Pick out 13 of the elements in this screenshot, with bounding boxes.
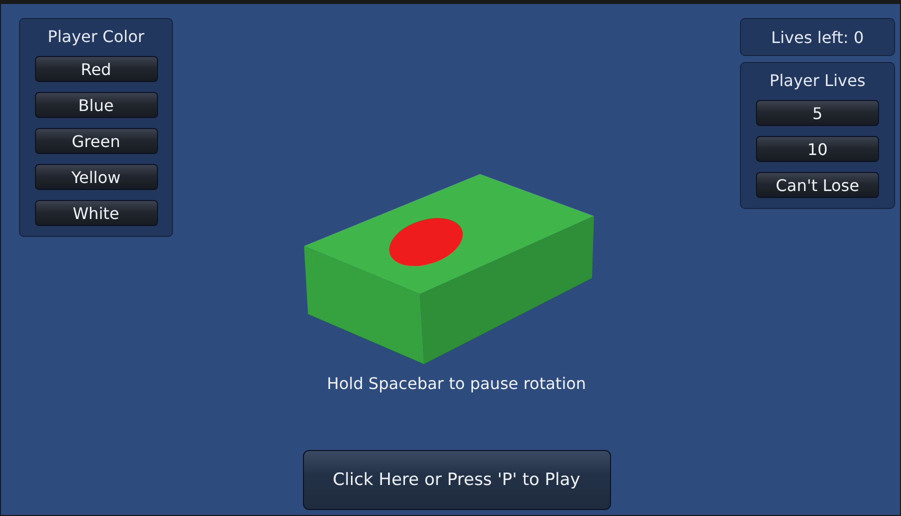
color-button[interactable]: White bbox=[34, 200, 158, 226]
lives-button[interactable]: 10 bbox=[756, 136, 879, 162]
panel-title: Player Color bbox=[48, 26, 144, 46]
color-button[interactable]: Yellow bbox=[34, 164, 158, 190]
lives-left-label: Lives left: 0 bbox=[740, 18, 895, 56]
lives-button[interactable]: Can't Lose bbox=[756, 172, 879, 198]
color-button[interactable]: Red bbox=[34, 56, 158, 82]
color-button[interactable]: Green bbox=[34, 128, 158, 154]
panel-title: Player Lives bbox=[770, 70, 866, 90]
color-button[interactable]: Blue bbox=[34, 92, 158, 118]
play-button[interactable]: Click Here or Press 'P' to Play bbox=[302, 450, 610, 510]
lives-button[interactable]: 5 bbox=[756, 100, 879, 126]
hint-text: Hold Spacebar to pause rotation bbox=[326, 374, 586, 393]
